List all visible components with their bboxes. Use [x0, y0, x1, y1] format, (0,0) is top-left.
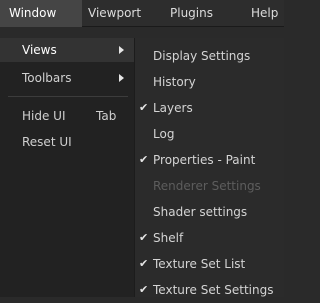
menu-bar: Window Viewport Plugins Help [0, 0, 284, 27]
submenu-item-label: Layers [153, 101, 193, 115]
views-submenu: Display Settings History ✔ Layers Log ✔ … [134, 38, 284, 297]
check-icon: ✔ [139, 231, 149, 244]
menu-item-toolbars[interactable]: Toolbars [0, 66, 134, 90]
submenu-item-label: Texture Set List [153, 257, 246, 271]
submenu-item-label: Renderer Settings [153, 179, 261, 193]
menu-separator [8, 96, 128, 97]
check-icon: ✔ [139, 257, 149, 270]
menu-help[interactable]: Help [245, 0, 284, 27]
menu-item-hide-ui-label: Hide UI [22, 109, 66, 123]
menu-item-hide-ui[interactable]: Hide UI Tab [0, 104, 134, 128]
menu-item-reset-ui[interactable]: Reset UI [0, 130, 134, 154]
menu-item-views[interactable]: Views [0, 38, 134, 62]
submenu-item-label: Shelf [153, 231, 184, 245]
menu-item-views-label: Views [22, 43, 57, 57]
submenu-item-label: Texture Set Settings [153, 283, 274, 297]
menu-viewport[interactable]: Viewport [82, 0, 162, 27]
submenu-item-texture-set-list[interactable]: ✔ Texture Set List [135, 251, 285, 277]
submenu-item-log[interactable]: Log [135, 121, 285, 147]
submenu-item-renderer-settings: Renderer Settings [135, 173, 285, 199]
submenu-item-texture-set-settings[interactable]: ✔ Texture Set Settings [135, 277, 285, 303]
menu-item-toolbars-label: Toolbars [22, 71, 72, 85]
submenu-item-history[interactable]: History [135, 69, 285, 95]
submenu-arrow-icon [119, 74, 124, 82]
check-icon: ✔ [139, 101, 149, 114]
menu-window[interactable]: Window [0, 0, 82, 27]
submenu-item-label: Shader settings [153, 205, 248, 219]
submenu-item-label: History [153, 75, 196, 89]
submenu-item-properties-paint[interactable]: ✔ Properties - Paint [135, 147, 285, 173]
menu-item-reset-ui-label: Reset UI [22, 135, 72, 149]
submenu-item-layers[interactable]: ✔ Layers [135, 95, 285, 121]
submenu-item-shelf[interactable]: ✔ Shelf [135, 225, 285, 251]
check-icon: ✔ [139, 153, 149, 166]
submenu-item-label: Log [153, 127, 175, 141]
submenu-item-shader-settings[interactable]: Shader settings [135, 199, 285, 225]
menu-plugins[interactable]: Plugins [162, 0, 245, 27]
window-menu-dropdown: Views Toolbars Hide UI Tab Reset UI [0, 38, 134, 297]
submenu-arrow-icon [119, 46, 124, 54]
submenu-item-display-settings[interactable]: Display Settings [135, 43, 285, 69]
check-icon: ✔ [139, 283, 149, 296]
submenu-item-label: Properties - Paint [153, 153, 256, 167]
shortcut-label: Tab [96, 109, 117, 123]
submenu-item-label: Display Settings [153, 49, 251, 63]
